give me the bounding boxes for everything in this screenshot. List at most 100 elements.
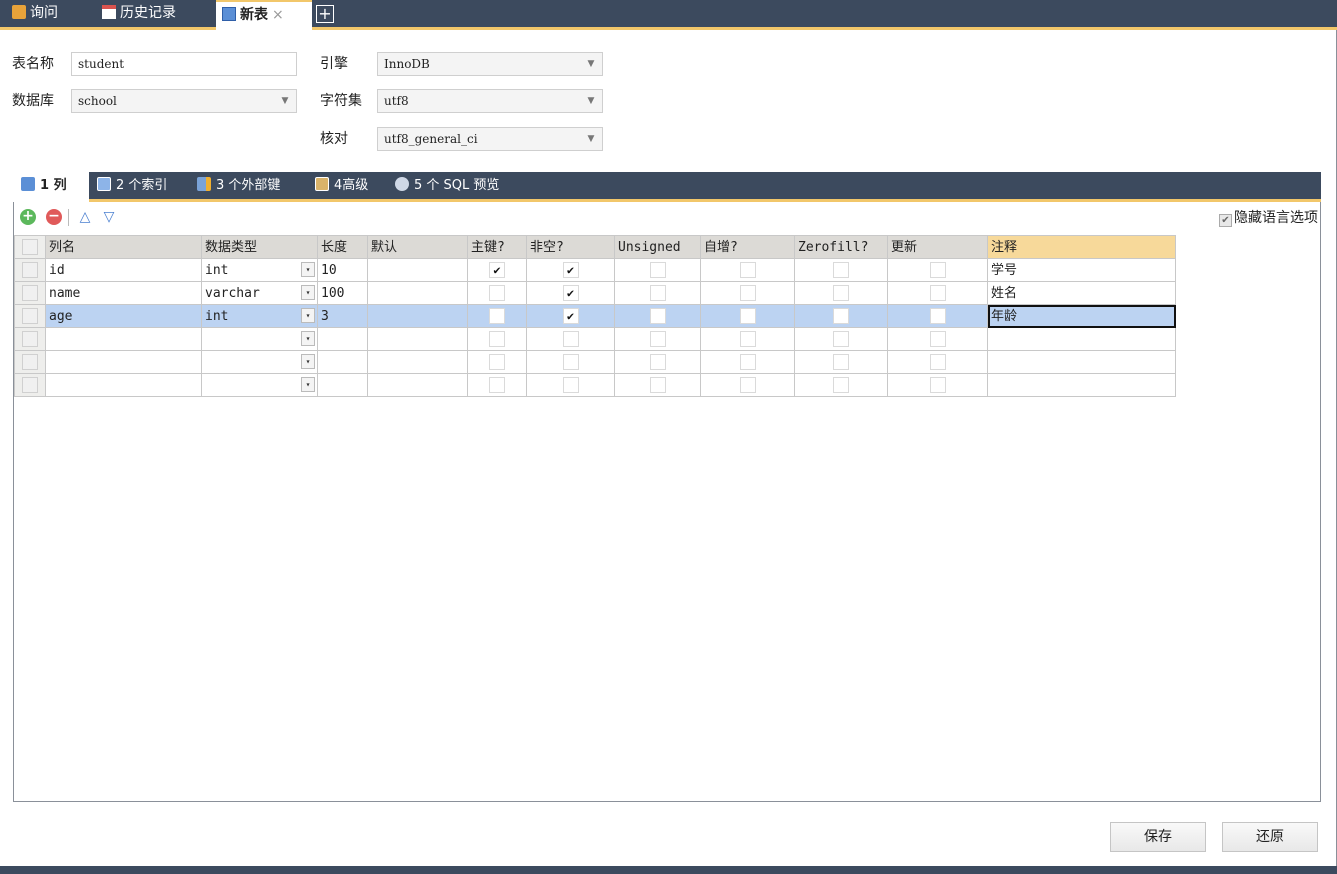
primary-key-checkbox-cell[interactable]	[467, 281, 527, 305]
column-name-cell[interactable]: id	[45, 258, 202, 282]
auto-increment-checkbox-cell[interactable]	[700, 281, 795, 305]
update-checkbox-cell[interactable]	[887, 258, 988, 282]
default-cell[interactable]	[367, 373, 468, 397]
comment-cell[interactable]	[987, 327, 1176, 351]
auto-increment-checkbox-cell[interactable]	[700, 373, 795, 397]
table-row[interactable]: id int ▾ 10 ✔ ✔ 学号	[14, 258, 1176, 282]
length-cell[interactable]	[317, 350, 368, 374]
auto-increment-checkbox[interactable]	[739, 331, 756, 347]
delete-column-button[interactable]: −	[46, 209, 62, 225]
column-name-cell[interactable]: name	[45, 281, 202, 305]
update-checkbox-cell[interactable]	[887, 281, 988, 305]
zerofill-checkbox-cell[interactable]	[794, 373, 888, 397]
update-checkbox[interactable]	[929, 308, 946, 324]
tab-query[interactable]: 询问	[6, 0, 92, 27]
tab-columns[interactable]: 1 列	[13, 172, 89, 202]
row-select-box[interactable]	[22, 308, 38, 324]
primary-key-checkbox[interactable]	[489, 354, 505, 370]
column-name-cell[interactable]	[45, 327, 202, 351]
column-name-cell[interactable]	[45, 373, 202, 397]
column-header[interactable]: Unsigned	[614, 235, 701, 259]
not-null-checkbox[interactable]	[562, 331, 579, 347]
tab-foreign-keys[interactable]: 3 个外部键	[189, 172, 307, 199]
collation-select[interactable]: utf8_general_ci ▼	[377, 127, 603, 151]
comment-cell[interactable]	[987, 373, 1176, 397]
hide-language-options-checkbox[interactable]: ✔ 隐藏语言选项	[1219, 209, 1318, 227]
unsigned-checkbox[interactable]	[649, 331, 666, 347]
unsigned-checkbox[interactable]	[649, 354, 666, 370]
primary-key-checkbox-cell[interactable]: ✔	[467, 258, 527, 282]
not-null-checkbox-cell[interactable]: ✔	[526, 258, 615, 282]
length-cell[interactable]: 3	[317, 304, 368, 328]
primary-key-checkbox[interactable]: ✔	[489, 262, 505, 278]
primary-key-checkbox[interactable]	[489, 377, 505, 393]
row-header[interactable]	[14, 373, 46, 397]
not-null-checkbox[interactable]: ✔	[562, 285, 579, 301]
unsigned-checkbox[interactable]	[649, 377, 666, 393]
data-type-cell[interactable]: ▾	[201, 373, 318, 397]
zerofill-checkbox[interactable]	[833, 377, 849, 393]
primary-key-checkbox-cell[interactable]	[467, 327, 527, 351]
unsigned-checkbox-cell[interactable]	[614, 258, 701, 282]
update-checkbox[interactable]	[929, 285, 946, 301]
zerofill-checkbox-cell[interactable]	[794, 327, 888, 351]
grid-corner-cell[interactable]	[14, 235, 46, 259]
update-checkbox-cell[interactable]	[887, 350, 988, 374]
row-header[interactable]	[14, 327, 46, 351]
unsigned-checkbox-cell[interactable]	[614, 304, 701, 328]
column-header[interactable]: 自增?	[700, 235, 795, 259]
update-checkbox[interactable]	[929, 331, 946, 347]
not-null-checkbox[interactable]: ✔	[562, 308, 579, 324]
column-header[interactable]: Zerofill?	[794, 235, 888, 259]
data-type-cell[interactable]: int ▾	[201, 304, 318, 328]
comment-cell[interactable]: 年龄	[987, 304, 1176, 328]
update-checkbox-cell[interactable]	[887, 304, 988, 328]
zerofill-checkbox[interactable]	[833, 308, 849, 324]
table-row[interactable]: ▾	[14, 373, 1176, 397]
unsigned-checkbox[interactable]	[649, 308, 666, 324]
chevron-down-icon[interactable]: ▾	[301, 285, 315, 300]
data-type-cell[interactable]: ▾	[201, 350, 318, 374]
database-select[interactable]: school ▼	[71, 89, 297, 113]
row-header[interactable]	[14, 258, 46, 282]
length-cell[interactable]	[317, 373, 368, 397]
unsigned-checkbox-cell[interactable]	[614, 327, 701, 351]
primary-key-checkbox-cell[interactable]	[467, 304, 527, 328]
column-name-cell[interactable]: age	[45, 304, 202, 328]
data-type-cell[interactable]: ▾	[201, 327, 318, 351]
not-null-checkbox-cell[interactable]: ✔	[526, 304, 615, 328]
row-header[interactable]	[14, 350, 46, 374]
close-tab-icon[interactable]: ×	[272, 7, 284, 23]
row-select-box[interactable]	[22, 331, 38, 347]
auto-increment-checkbox[interactable]	[739, 377, 756, 393]
column-header[interactable]: 列名	[45, 235, 202, 259]
tab-history[interactable]: 历史记录	[96, 0, 212, 27]
column-header[interactable]: 长度	[317, 235, 368, 259]
length-cell[interactable]	[317, 327, 368, 351]
primary-key-checkbox-cell[interactable]	[467, 373, 527, 397]
zerofill-checkbox-cell[interactable]	[794, 258, 888, 282]
new-tab-button[interactable]: +	[316, 5, 334, 23]
select-all-box[interactable]	[22, 239, 38, 255]
update-checkbox[interactable]	[929, 262, 946, 278]
auto-increment-checkbox-cell[interactable]	[700, 304, 795, 328]
row-header[interactable]	[14, 281, 46, 305]
update-checkbox[interactable]	[929, 354, 946, 370]
zerofill-checkbox[interactable]	[833, 354, 849, 370]
comment-cell[interactable]: 姓名	[987, 281, 1176, 305]
revert-button[interactable]: 还原	[1222, 822, 1318, 852]
table-name-input[interactable]: student	[71, 52, 297, 76]
column-header[interactable]: 更新	[887, 235, 988, 259]
column-header[interactable]: 注释	[987, 235, 1176, 259]
move-down-button[interactable]: ▽	[100, 209, 118, 225]
chevron-down-icon[interactable]: ▾	[301, 308, 315, 323]
not-null-checkbox-cell[interactable]	[526, 373, 615, 397]
zerofill-checkbox[interactable]	[833, 262, 849, 278]
not-null-checkbox-cell[interactable]: ✔	[526, 281, 615, 305]
column-header[interactable]: 非空?	[526, 235, 615, 259]
auto-increment-checkbox-cell[interactable]	[700, 350, 795, 374]
column-header[interactable]: 数据类型	[201, 235, 318, 259]
chevron-down-icon[interactable]: ▾	[301, 354, 315, 369]
auto-increment-checkbox[interactable]	[739, 262, 756, 278]
auto-increment-checkbox[interactable]	[739, 285, 756, 301]
